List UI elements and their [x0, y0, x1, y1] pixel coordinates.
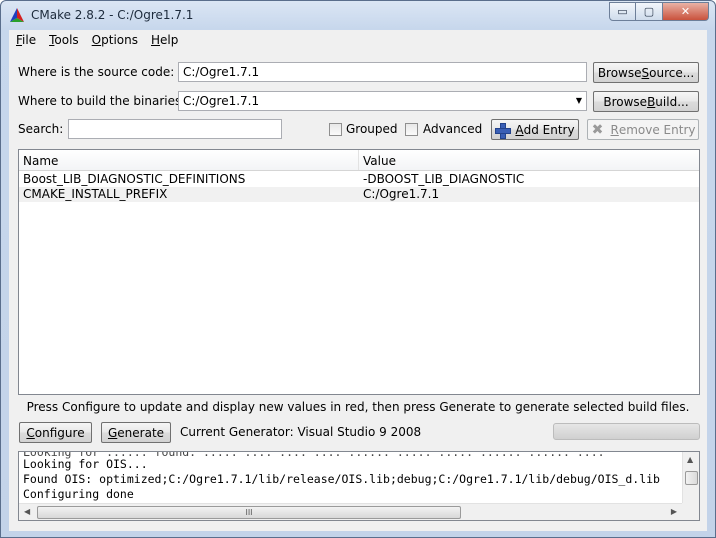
scroll-left-icon[interactable]: ◀: [24, 507, 30, 516]
close-icon: ✕: [680, 5, 691, 18]
scroll-corner: [682, 503, 699, 520]
menu-options[interactable]: Options: [85, 30, 144, 50]
build-label: Where to build the binaries:: [18, 94, 186, 108]
build-path-value: C:/Ogre1.7.1: [183, 94, 260, 108]
row-name: CMAKE_INSTALL_PREFIX: [23, 187, 168, 201]
window-title: CMake 2.8.2 - C:/Ogre1.7.1: [31, 8, 194, 22]
client-area: File Tools Options Help Where is the sou…: [9, 30, 707, 531]
generate-button[interactable]: Generate: [101, 422, 171, 443]
source-label: Where is the source code:: [18, 65, 175, 79]
progress-bar: [553, 423, 700, 440]
row-value: -DBOOST_LIB_DIAGNOSTIC: [363, 172, 525, 186]
cmake-window: CMake 2.8.2 - C:/Ogre1.7.1 ▭ ▢ ✕ File To…: [0, 0, 716, 538]
column-header-name[interactable]: Name: [19, 150, 359, 170]
cmake-logo-icon: [10, 8, 24, 22]
grouped-label: Grouped: [346, 122, 398, 136]
maximize-icon: ▢: [643, 5, 655, 18]
search-input[interactable]: [68, 119, 282, 139]
cache-table[interactable]: Name Value Boost_LIB_DIAGNOSTIC_DEFINITI…: [18, 149, 700, 395]
table-row[interactable]: Boost_LIB_DIAGNOSTIC_DEFINITIONS -DBOOST…: [19, 172, 699, 187]
scroll-up-icon[interactable]: ▲: [687, 455, 693, 464]
build-path-combo[interactable]: C:/Ogre1.7.1 ▼: [178, 91, 587, 111]
advanced-label: Advanced: [423, 122, 483, 136]
output-horizontal-scrollbar[interactable]: ◀ III ▶: [19, 503, 682, 520]
remove-x-icon: ✖: [591, 121, 604, 138]
menu-bar: File Tools Options Help: [9, 30, 707, 50]
plus-icon: [495, 122, 512, 139]
browse-source-button[interactable]: Browse Source...: [593, 62, 699, 83]
row-name: Boost_LIB_DIAGNOSTIC_DEFINITIONS: [23, 172, 246, 186]
scroll-right-icon[interactable]: ▶: [671, 507, 677, 516]
dropdown-arrow-icon[interactable]: ▼: [576, 96, 582, 105]
advanced-checkbox[interactable]: [405, 123, 418, 136]
remove-entry-button[interactable]: ✖ Remove Entry: [587, 119, 699, 140]
configure-hint: Press Configure to update and display ne…: [26, 400, 690, 414]
column-header-value[interactable]: Value: [359, 150, 699, 170]
vertical-scroll-thumb[interactable]: [685, 471, 698, 485]
close-button[interactable]: ✕: [663, 2, 709, 21]
horizontal-scroll-thumb[interactable]: III: [37, 506, 461, 519]
minimize-button[interactable]: ▭: [609, 2, 636, 21]
minimize-icon: ▭: [617, 5, 628, 18]
menu-tools[interactable]: Tools: [42, 30, 85, 50]
maximize-button[interactable]: ▢: [636, 2, 663, 21]
current-generator: Current Generator: Visual Studio 9 2008: [180, 425, 422, 439]
table-row[interactable]: CMAKE_INSTALL_PREFIX C:/Ogre1.7.1: [19, 187, 699, 202]
row-value: C:/Ogre1.7.1: [363, 187, 440, 201]
log-line: Found OIS: optimized;C:/Ogre1.7.1/lib/re…: [23, 472, 660, 486]
log-line: Looking for OIS...: [23, 457, 148, 471]
thumb-grip-icon: III: [245, 508, 253, 517]
log-line: Configuring done: [23, 487, 134, 501]
source-path-input[interactable]: C:/Ogre1.7.1: [178, 62, 587, 82]
add-entry-button[interactable]: Add Entry: [491, 119, 579, 140]
table-header: Name Value: [19, 150, 699, 171]
menu-file[interactable]: File: [9, 30, 42, 50]
menu-help[interactable]: Help: [144, 30, 184, 50]
output-log[interactable]: Looking for ...... found: ..... .... ...…: [18, 451, 700, 521]
caption-buttons: ▭ ▢ ✕: [609, 2, 709, 21]
grouped-checkbox[interactable]: [329, 123, 342, 136]
output-vertical-scrollbar[interactable]: ▲: [682, 452, 699, 504]
configure-button[interactable]: Configure: [19, 422, 92, 443]
search-label: Search:: [18, 122, 64, 136]
browse-build-button[interactable]: Browse Build...: [593, 91, 699, 112]
title-bar[interactable]: CMake 2.8.2 - C:/Ogre1.7.1 ▭ ▢ ✕: [1, 1, 715, 29]
